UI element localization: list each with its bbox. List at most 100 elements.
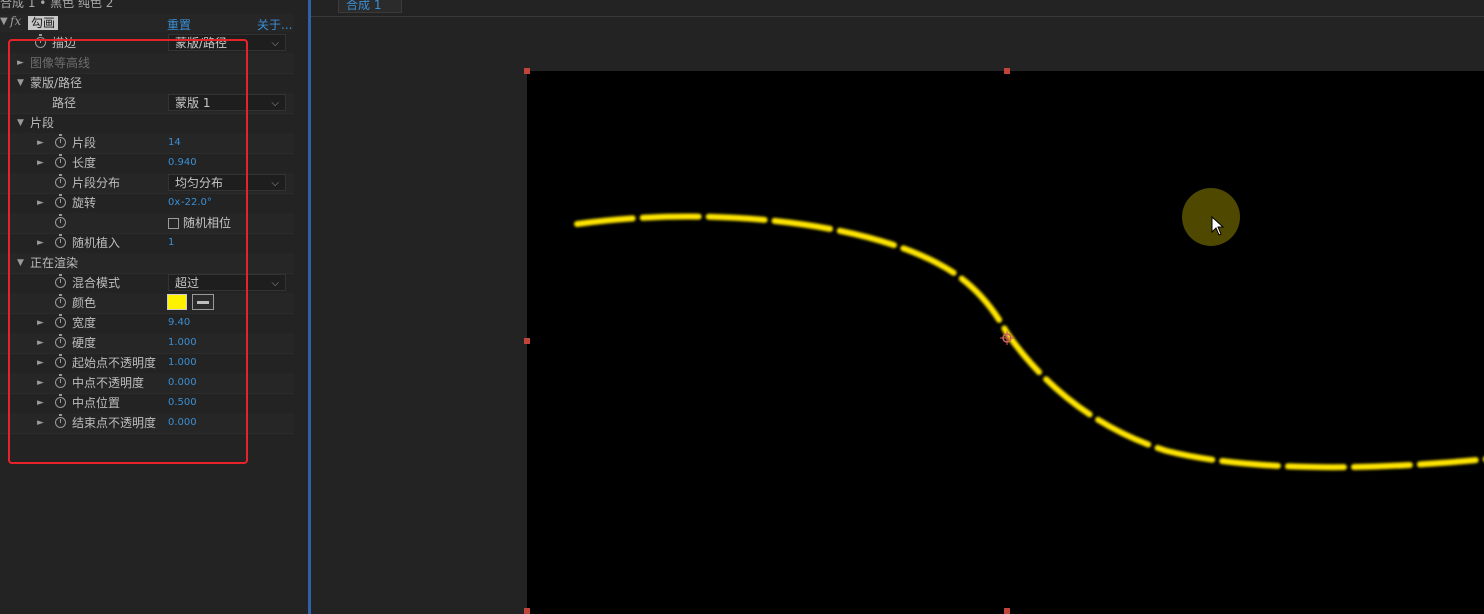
transform-handle[interactable]	[1004, 68, 1010, 74]
param-label: 中点不透明度	[72, 376, 145, 390]
stopwatch-icon[interactable]	[55, 374, 66, 388]
param-row-random-phase: 随机相位	[0, 213, 294, 234]
transform-handle[interactable]	[524, 608, 530, 614]
mid-opacity-value[interactable]: 0.000	[168, 373, 197, 393]
stopwatch-icon[interactable]	[55, 314, 66, 328]
param-row-start-opacity: ► 起始点不透明度 1.000	[0, 353, 294, 374]
param-row-stroke: 描边 蒙版/路径 ⌵	[0, 33, 294, 54]
expand-triangle-icon[interactable]: ►	[37, 233, 44, 253]
group-label: 图像等高线	[30, 56, 91, 70]
checkbox-label: 随机相位	[183, 216, 232, 230]
expand-triangle-icon[interactable]: ►	[37, 333, 44, 353]
collapse-triangle-icon[interactable]: ▼	[17, 73, 24, 93]
blend-mode-dropdown[interactable]: 超过 ⌵	[168, 274, 286, 291]
width-value[interactable]: 9.40	[168, 313, 190, 333]
stopwatch-icon[interactable]	[55, 214, 66, 228]
divider	[311, 16, 1484, 17]
panel-title: 合成 1 • 黑色 纯色 2	[0, 0, 114, 10]
anchor-point-icon[interactable]	[1000, 331, 1014, 345]
hardness-value[interactable]: 1.000	[168, 333, 197, 353]
expand-triangle-icon[interactable]: ►	[37, 353, 44, 373]
param-row-end-opacity: ► 结束点不透明度 0.000	[0, 413, 294, 434]
color-swatch[interactable]	[167, 294, 187, 310]
length-value[interactable]: 0.940	[168, 153, 197, 173]
stopwatch-icon[interactable]	[55, 274, 66, 288]
effect-controls-panel: 合成 1 • 黑色 纯色 2 ▼ fx 勾画 重置 关于... 描边 蒙版/路径…	[0, 0, 294, 614]
group-row-segments[interactable]: ▼ 片段	[0, 113, 294, 134]
expand-triangle-icon[interactable]: ►	[37, 133, 44, 153]
stroke-dropdown[interactable]: 蒙版/路径 ⌵	[168, 34, 286, 51]
stopwatch-icon[interactable]	[55, 354, 66, 368]
param-label: 路径	[52, 96, 77, 110]
rotation-degrees-value[interactable]: -22.0°	[181, 193, 212, 213]
segments-value[interactable]: 14	[168, 133, 181, 153]
param-label: 中点位置	[72, 396, 121, 410]
param-row-segment-distribution: 片段分布 均匀分布 ⌵	[0, 173, 294, 194]
expand-triangle-icon[interactable]: ►	[37, 313, 44, 333]
param-row-length: ► 长度 0.940	[0, 153, 294, 174]
composition-canvas[interactable]	[524, 68, 1484, 614]
param-label: 描边	[52, 36, 77, 50]
param-label: 颜色	[72, 296, 97, 310]
collapse-triangle-icon[interactable]: ▼	[17, 113, 24, 133]
expand-triangle-icon[interactable]: ►	[37, 193, 44, 213]
segment-distribution-dropdown[interactable]: 均匀分布 ⌵	[168, 174, 286, 191]
transform-handle[interactable]	[1004, 608, 1010, 614]
chevron-down-icon: ⌵	[271, 38, 279, 49]
collapse-triangle-icon[interactable]: ▼	[17, 253, 24, 273]
transform-handle[interactable]	[524, 338, 530, 344]
stopwatch-icon[interactable]	[55, 134, 66, 148]
start-opacity-value[interactable]: 1.000	[168, 353, 197, 373]
dropdown-value: 超过	[175, 276, 200, 290]
expand-triangle-icon[interactable]: ►	[37, 153, 44, 173]
expand-triangle-icon[interactable]: ►	[17, 53, 24, 73]
comp-tab[interactable]: 合成 1	[338, 0, 402, 13]
stopwatch-icon[interactable]	[55, 174, 66, 188]
group-row-image-contours[interactable]: ► 图像等高线	[0, 53, 294, 74]
param-row-color: 颜色	[0, 293, 294, 314]
dropdown-value: 蒙版 1	[175, 96, 211, 110]
stopwatch-icon[interactable]	[55, 294, 66, 308]
stopwatch-icon[interactable]	[55, 394, 66, 408]
mouse-cursor-icon	[1211, 216, 1225, 236]
chevron-down-icon: ⌵	[271, 98, 279, 109]
collapse-triangle-icon[interactable]: ▼	[0, 16, 8, 27]
chevron-down-icon: ⌵	[271, 178, 279, 189]
mid-position-value[interactable]: 0.500	[168, 393, 197, 413]
param-label: 长度	[72, 156, 97, 170]
stopwatch-icon[interactable]	[55, 154, 66, 168]
eyedropper-icon[interactable]	[192, 294, 214, 310]
reset-link[interactable]: 重置	[167, 16, 191, 33]
stopwatch-icon[interactable]	[55, 334, 66, 348]
path-dropdown[interactable]: 蒙版 1 ⌵	[168, 94, 286, 111]
effect-name[interactable]: 勾画	[28, 16, 59, 30]
random-seed-value[interactable]: 1	[168, 233, 174, 253]
param-label: 起始点不透明度	[72, 356, 157, 370]
expand-triangle-icon[interactable]: ►	[37, 413, 44, 433]
param-row-mid-opacity: ► 中点不透明度 0.000	[0, 373, 294, 394]
dropdown-value: 均匀分布	[175, 176, 224, 190]
end-opacity-value[interactable]: 0.000	[168, 413, 197, 433]
transform-handle[interactable]	[524, 68, 530, 74]
fx-toggle-icon[interactable]: fx	[10, 14, 21, 28]
param-row-random-seed: ► 随机植入 1	[0, 233, 294, 254]
stopwatch-icon[interactable]	[55, 234, 66, 248]
dropdown-value: 蒙版/路径	[175, 36, 228, 50]
rotation-turns-value[interactable]: 0x	[168, 193, 180, 213]
stopwatch-icon[interactable]	[35, 34, 46, 48]
expand-triangle-icon[interactable]: ►	[37, 393, 44, 413]
group-row-mask-path[interactable]: ▼ 蒙版/路径	[0, 73, 294, 94]
param-row-hardness: ► 硬度 1.000	[0, 333, 294, 354]
stopwatch-icon[interactable]	[55, 194, 66, 208]
stopwatch-icon[interactable]	[55, 414, 66, 428]
param-row-rotation: ► 旋转 0x -22.0°	[0, 193, 294, 214]
dashed-stroke-path	[574, 213, 1484, 471]
group-row-rendering[interactable]: ▼ 正在渲染	[0, 253, 294, 274]
param-row-mid-position: ► 中点位置 0.500	[0, 393, 294, 414]
about-link[interactable]: 关于...	[257, 16, 292, 33]
expand-triangle-icon[interactable]: ►	[37, 373, 44, 393]
effect-header[interactable]: ▼ fx 勾画 重置 关于...	[0, 14, 294, 32]
random-phase-checkbox[interactable]	[168, 218, 179, 229]
param-label: 硬度	[72, 336, 97, 350]
param-label: 片段	[72, 136, 97, 150]
